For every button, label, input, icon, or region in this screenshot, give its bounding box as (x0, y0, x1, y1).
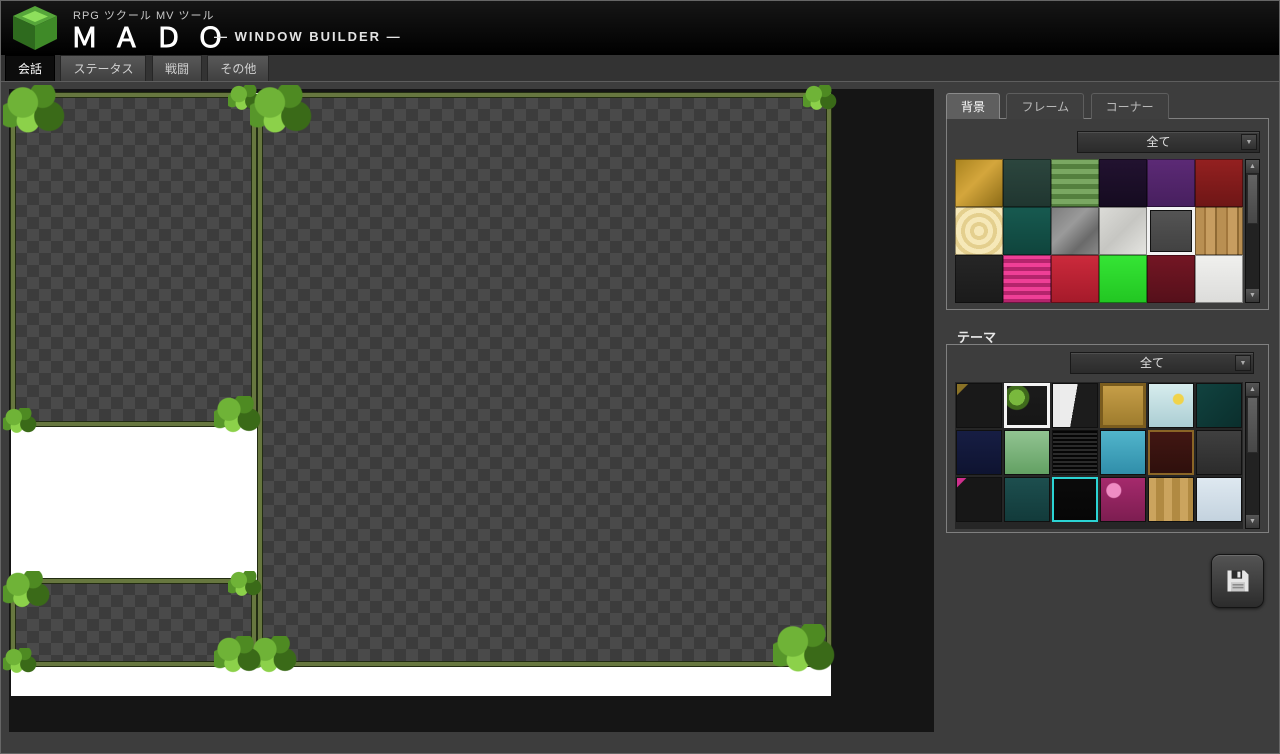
background-swatch[interactable] (1051, 159, 1099, 207)
theme-swatch[interactable] (1052, 383, 1098, 428)
scroll-up-button[interactable]: ▲ (1246, 160, 1259, 173)
theme-grid (955, 382, 1243, 529)
theme-swatch-selected[interactable] (1004, 383, 1050, 428)
background-swatch[interactable] (1099, 159, 1147, 207)
background-swatch[interactable] (1003, 255, 1051, 303)
background-swatch[interactable] (955, 207, 1003, 255)
theme-swatch[interactable] (1052, 430, 1098, 475)
theme-panel: 全て ▼ ▲ ▼ (946, 344, 1269, 533)
corner-leaf-icon (250, 85, 316, 135)
scroll-thumb[interactable] (1247, 397, 1258, 453)
save-button[interactable] (1211, 554, 1264, 608)
theme-swatch[interactable] (1100, 383, 1146, 428)
corner-leaf-icon (803, 85, 839, 111)
preview-board (11, 93, 831, 696)
theme-swatch[interactable] (1196, 430, 1242, 475)
scroll-down-button[interactable]: ▼ (1246, 515, 1259, 528)
chevron-down-icon[interactable]: ▼ (1235, 355, 1251, 371)
theme-filter-value: 全て (1071, 353, 1233, 373)
app-tagline: — WINDOW BUILDER — (214, 29, 402, 44)
tab-status[interactable]: ステータス (60, 55, 146, 81)
chevron-down-icon[interactable]: ▼ (1241, 134, 1257, 150)
background-swatch[interactable] (1147, 159, 1195, 207)
theme-swatch[interactable] (956, 430, 1002, 475)
theme-swatch[interactable] (1004, 430, 1050, 475)
corner-leaf-icon (214, 636, 264, 674)
background-swatch[interactable] (1147, 255, 1195, 303)
theme-swatch[interactable] (956, 477, 1002, 522)
theme-swatch[interactable] (1148, 477, 1194, 522)
scroll-thumb[interactable] (1247, 174, 1258, 224)
corner-leaf-icon (214, 396, 264, 434)
window-preview-bottom[interactable] (11, 579, 256, 666)
theme-swatch[interactable] (1100, 430, 1146, 475)
window-preview-main[interactable] (258, 93, 831, 666)
tab-conversation[interactable]: 会話 (5, 55, 55, 81)
main-tab-strip: 会話 ステータス 戦闘 その他 (1, 55, 1280, 82)
tab-battle[interactable]: 戦闘 (152, 55, 202, 81)
editor-canvas (9, 89, 934, 732)
background-swatch[interactable] (1195, 159, 1243, 207)
background-panel: 全て ▼ ▲ ▼ (946, 118, 1269, 310)
corner-leaf-icon (773, 624, 839, 674)
theme-filter-select[interactable]: 全て ▼ (1070, 352, 1254, 374)
tab-background[interactable]: 背景 (946, 93, 1000, 119)
scroll-up-button[interactable]: ▲ (1246, 383, 1259, 396)
background-swatch[interactable] (1051, 255, 1099, 303)
background-filter-select[interactable]: 全て ▼ (1077, 131, 1260, 153)
corner-leaf-icon (250, 636, 300, 674)
background-swatch[interactable] (1003, 207, 1051, 255)
theme-swatch[interactable] (1052, 477, 1098, 522)
theme-swatch[interactable] (1148, 383, 1194, 428)
tab-corner[interactable]: コーナー (1091, 93, 1169, 119)
background-swatch-grid (955, 159, 1243, 303)
theme-swatch[interactable] (956, 383, 1002, 428)
header-bar: RPG ツクール MV ツール ＭＡＤＯ — WINDOW BUILDER — (1, 1, 1280, 55)
tab-other[interactable]: その他 (207, 55, 269, 81)
corner-leaf-icon (3, 571, 53, 609)
mado-logo-icon (9, 4, 61, 52)
theme-swatch[interactable] (1100, 477, 1146, 522)
background-swatch-selected[interactable] (1147, 207, 1195, 255)
mado-window-builder-app: RPG ツクール MV ツール ＭＡＤＯ — WINDOW BUILDER — … (0, 0, 1280, 754)
background-swatch[interactable] (1099, 255, 1147, 303)
theme-swatch[interactable] (1148, 430, 1194, 475)
theme-swatch[interactable] (1196, 477, 1242, 522)
tab-frame[interactable]: フレーム (1006, 93, 1084, 119)
floppy-disk-icon (1224, 567, 1252, 595)
background-scrollbar[interactable]: ▲ ▼ (1245, 159, 1260, 303)
scroll-down-button[interactable]: ▼ (1246, 289, 1259, 302)
background-swatch[interactable] (955, 255, 1003, 303)
background-swatch[interactable] (1099, 207, 1147, 255)
theme-scrollbar[interactable]: ▲ ▼ (1245, 382, 1260, 529)
background-swatch[interactable] (1003, 159, 1051, 207)
background-swatch[interactable] (1195, 255, 1243, 303)
background-swatch[interactable] (1195, 207, 1243, 255)
theme-swatch[interactable] (1004, 477, 1050, 522)
theme-swatch[interactable] (1196, 383, 1242, 428)
corner-leaf-icon (3, 408, 39, 434)
background-filter-value: 全て (1078, 132, 1239, 152)
corner-leaf-icon (3, 648, 39, 674)
background-swatch[interactable] (1051, 207, 1099, 255)
corner-leaf-icon (3, 85, 69, 135)
window-preview-left[interactable] (11, 93, 256, 426)
side-tab-strip: 背景 フレーム コーナー (946, 93, 1171, 119)
background-swatch[interactable] (955, 159, 1003, 207)
